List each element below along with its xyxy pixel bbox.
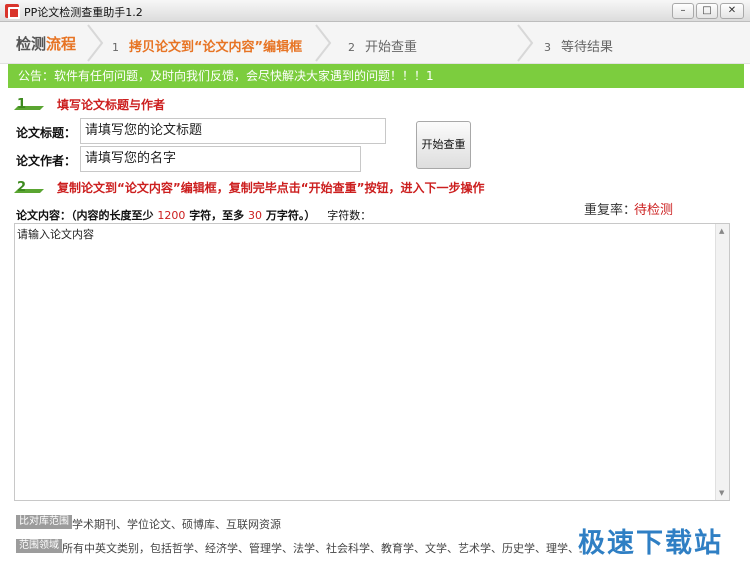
step-2-badge-number: 2 xyxy=(17,180,26,195)
chevron-right-icon xyxy=(517,24,534,62)
title-bar: PP论文检测查重助手1.2 – □ ✕ xyxy=(0,0,750,22)
step-2-number: 2 xyxy=(348,41,355,54)
steps-heading-part2: 流程 xyxy=(46,35,77,53)
watermark-logo: 极速下载站 xyxy=(578,528,723,559)
step-2-badge-icon: 2 xyxy=(14,180,44,195)
window-title: PP论文检测查重助手1.2 xyxy=(24,6,143,19)
step-1-number: 1 xyxy=(112,41,119,54)
compare-scope-tag: 比对库范围 xyxy=(16,515,72,529)
duplicate-rate-label: 重复率： xyxy=(584,203,637,218)
scroll-up-icon[interactable]: ▲ xyxy=(719,227,724,235)
close-button[interactable]: ✕ xyxy=(720,3,744,19)
max-chars-value: 30 xyxy=(248,209,263,222)
scroll-down-icon[interactable]: ▼ xyxy=(719,489,724,497)
field-scope-text: 所有中英文类别，包括哲学、经济学、管理学、法学、社会科学、教育学、文学、艺术学、… xyxy=(62,542,582,555)
content-length-hint: 论文内容：（内容的长度至少 1200 字符，至多 30 万字符。） 字符数： xyxy=(16,207,371,223)
step-3-label: 等待结果 xyxy=(561,40,614,55)
duplicate-rate-value: 待检测 xyxy=(634,203,674,218)
hint-min-text: 内容的长度至少 xyxy=(76,209,154,222)
hint-max-text: 字符，至多 xyxy=(189,209,245,222)
section-2-title: 复制论文到“论文内容”编辑框，复制完毕点击“开始查重”按钮，进入下一步操作 xyxy=(57,181,485,195)
step-3-number: 3 xyxy=(544,41,551,54)
app-icon xyxy=(5,4,20,19)
steps-heading: 检测流程 xyxy=(16,33,76,54)
field-scope-tag: 范围领域 xyxy=(16,539,62,553)
step-1-label: 拷贝论文到“论文内容”编辑框 xyxy=(129,40,303,55)
char-count-label: 字符数： xyxy=(327,209,372,222)
steps-heading-part1: 检测 xyxy=(16,35,47,53)
step-3: 3 等待结果 xyxy=(544,36,613,55)
maximize-button[interactable]: □ xyxy=(696,3,718,19)
step-1-badge-number: 1 xyxy=(17,97,26,112)
step-2: 2 开始查重 xyxy=(348,36,417,55)
chevron-right-icon xyxy=(315,24,332,62)
step-1: 1 拷贝论文到“论文内容”编辑框 xyxy=(112,36,302,55)
step-1-badge-icon: 1 xyxy=(14,97,44,112)
author-label: 论文作者： xyxy=(16,154,77,168)
paper-title-input[interactable]: 请填写您的论文标题 xyxy=(80,118,386,144)
minimize-button[interactable]: – xyxy=(672,3,694,19)
start-check-button[interactable]: 开始查重 xyxy=(416,121,471,169)
paper-content-textarea[interactable]: 请输入论文内容 ▲ ▼ xyxy=(14,223,730,501)
section-1-title: 填写论文标题与作者 xyxy=(57,98,166,112)
vertical-scrollbar[interactable]: ▲ ▼ xyxy=(715,224,729,500)
steps-bar: 检测流程 1 拷贝论文到“论文内容”编辑框 2 开始查重 3 等待结果 xyxy=(0,22,750,64)
chevron-right-icon xyxy=(87,24,104,62)
compare-scope-text: 学术期刊、学位论文、硕博库、互联网资源 xyxy=(72,518,281,531)
hint-suffix: 万字符。） xyxy=(265,209,316,222)
title-label: 论文标题： xyxy=(16,126,77,140)
step-2-label: 开始查重 xyxy=(365,40,418,55)
content-placeholder: 请输入论文内容 xyxy=(17,228,94,241)
announcement-bar: 公告：软件有任何问题，及时向我们反馈，会尽快解决大家遇到的问题！！！1 xyxy=(8,64,744,88)
min-chars-value: 1200 xyxy=(157,209,186,222)
hint-prefix: 论文内容：（ xyxy=(16,209,77,222)
paper-author-input[interactable]: 请填写您的名字 xyxy=(80,146,361,172)
